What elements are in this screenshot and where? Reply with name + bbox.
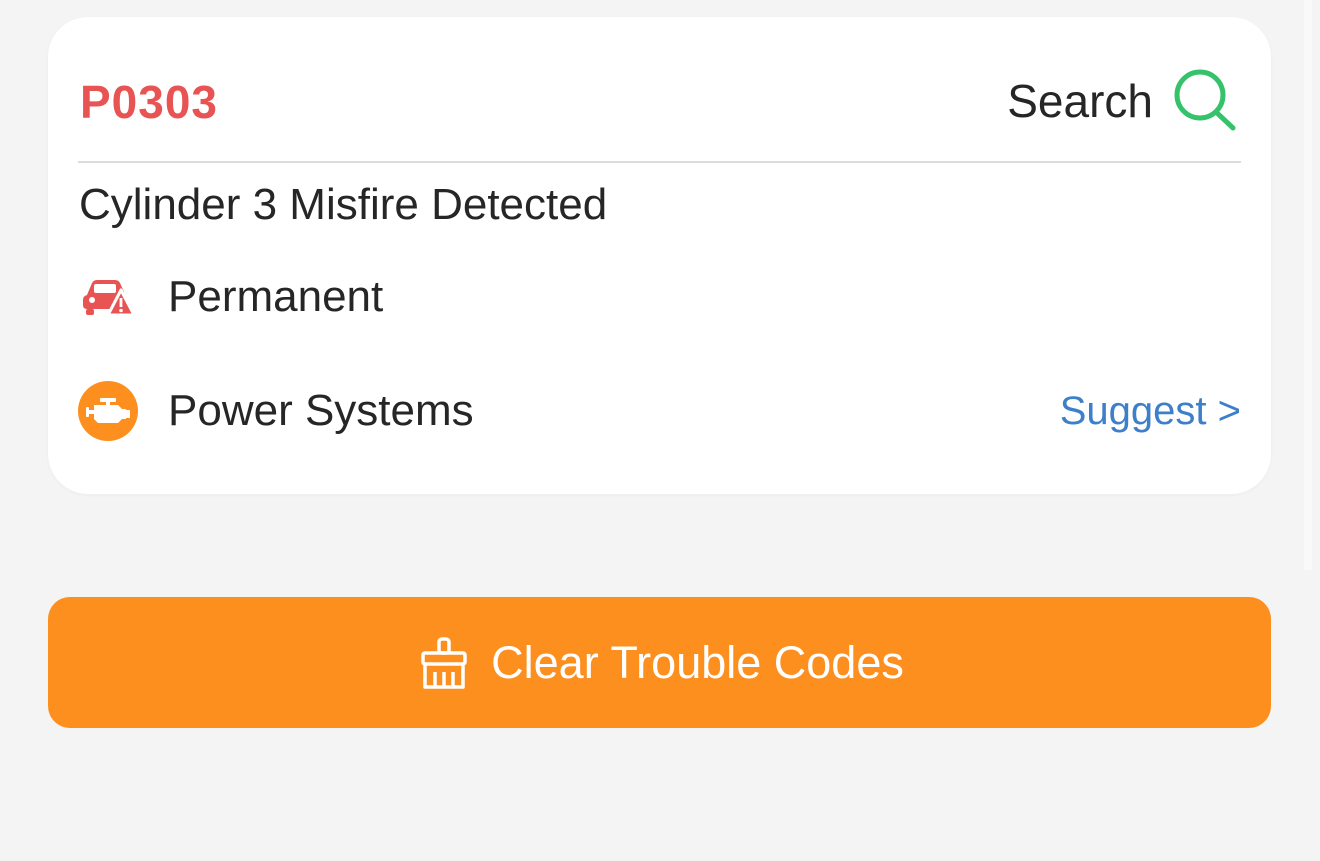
search-label: Search [1007,75,1153,127]
clear-trouble-codes-label: Clear Trouble Codes [491,636,904,688]
code-header: P0303 Search [78,17,1241,163]
car-warning-icon [78,267,138,327]
dtc-card: P0303 Search Cylinder 3 Misfire Detected [48,17,1271,494]
clear-trouble-codes-button[interactable]: Clear Trouble Codes [48,597,1271,728]
status-label: Permanent [168,272,384,321]
status-row: Permanent [78,265,1241,329]
system-label: Power Systems [168,386,474,435]
dtc-description: Cylinder 3 Misfire Detected [79,180,608,229]
search-button[interactable]: Search [1007,67,1241,135]
screen: P0303 Search Cylinder 3 Misfire Detected [0,0,1320,861]
search-icon [1174,69,1236,131]
suggest-link[interactable]: Suggest > [1060,389,1241,434]
dtc-code: P0303 [80,76,219,128]
engine-icon [78,381,138,441]
right-edge [1304,0,1312,570]
system-row: Power Systems Suggest > [78,379,1241,443]
broom-icon [421,636,467,689]
